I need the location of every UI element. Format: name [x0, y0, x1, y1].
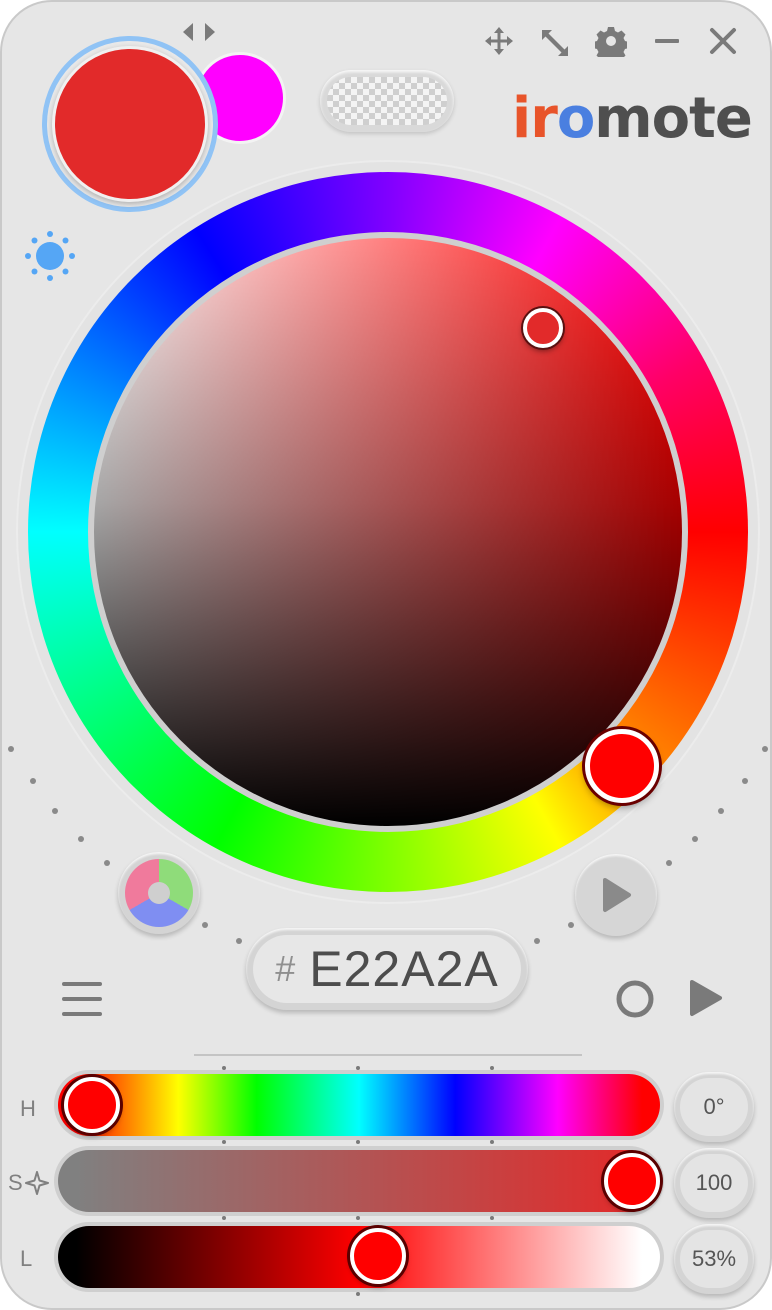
- hue-value-box[interactable]: 0°: [674, 1072, 754, 1142]
- slider-tick: [222, 1216, 226, 1220]
- decor-dot: [666, 860, 672, 866]
- resize-icon[interactable]: [538, 26, 572, 60]
- menu-icon[interactable]: [60, 978, 104, 1020]
- decor-dot: [534, 938, 540, 944]
- decor-dot: [78, 836, 84, 842]
- app-logo: iromote: [512, 86, 762, 156]
- divider: [194, 1054, 582, 1056]
- logo-part: mote: [594, 86, 753, 151]
- saturation-slider[interactable]: [54, 1146, 664, 1216]
- play-icon[interactable]: [686, 976, 726, 1020]
- transparency-toggle[interactable]: [320, 70, 454, 132]
- move-icon[interactable]: [482, 24, 516, 58]
- slider-tick: [356, 1216, 360, 1220]
- hue-slider-knob[interactable]: [64, 1077, 120, 1133]
- gear-icon[interactable]: [594, 24, 628, 58]
- decor-dot: [52, 808, 58, 814]
- swap-colors-icon[interactable]: [180, 20, 218, 44]
- slider-tick: [356, 1140, 360, 1144]
- sparkle-icon: [24, 1171, 49, 1195]
- lightness-value[interactable]: 53%: [680, 1230, 748, 1288]
- saturation-value-handle[interactable]: [523, 308, 563, 348]
- hue-slider[interactable]: [54, 1070, 664, 1140]
- lightness-slider-label: L: [20, 1246, 33, 1271]
- decor-dot: [236, 938, 242, 944]
- saturation-value[interactable]: 100: [680, 1154, 748, 1212]
- hex-value[interactable]: E22A2A: [309, 940, 498, 998]
- hue-value[interactable]: 0°: [680, 1078, 748, 1136]
- saturation-slider-label: S: [8, 1170, 23, 1195]
- close-icon[interactable]: [706, 24, 740, 58]
- hex-input-field[interactable]: # E22A2A: [253, 935, 521, 1003]
- slider-tick: [490, 1216, 494, 1220]
- decor-dot: [104, 860, 110, 866]
- play-icon: [603, 878, 631, 912]
- color-picker-window: iromote # E22A2A H 0° S 100 L 53%: [0, 0, 772, 1310]
- lightness-slider-knob[interactable]: [350, 1228, 407, 1284]
- slider-tick: [222, 1140, 226, 1144]
- color-harmony-button[interactable]: [118, 852, 200, 934]
- decor-dot: [692, 836, 698, 842]
- hue-slider-track[interactable]: [58, 1074, 660, 1136]
- saturation-slider-knob[interactable]: [604, 1153, 660, 1209]
- lightness-value-box[interactable]: 53%: [674, 1224, 754, 1294]
- brightness-icon[interactable]: [24, 230, 76, 282]
- slider-tick: [356, 1292, 360, 1296]
- decor-dot: [718, 808, 724, 814]
- play-round-button[interactable]: [575, 854, 657, 936]
- saturation-value-disc[interactable]: [94, 238, 682, 826]
- decor-dot: [30, 778, 36, 784]
- logo-part: ir: [512, 86, 558, 151]
- primary-color-swatch[interactable]: [52, 46, 208, 202]
- decor-dot: [762, 746, 768, 752]
- decor-dot: [202, 922, 208, 928]
- slider-tick: [490, 1140, 494, 1144]
- harmony-pie-icon: [125, 859, 193, 927]
- logo-part: o: [556, 86, 595, 151]
- decor-dot: [568, 922, 574, 928]
- hue-slider-label: H: [20, 1096, 36, 1121]
- hex-input[interactable]: # E22A2A: [246, 928, 528, 1010]
- decor-dot: [742, 778, 748, 784]
- record-icon[interactable]: [614, 978, 656, 1020]
- saturation-value-box[interactable]: 100: [674, 1148, 754, 1218]
- decor-dot: [8, 746, 14, 752]
- saturation-slider-label-group: S: [8, 1170, 54, 1196]
- hue-ring-handle[interactable]: [585, 729, 659, 803]
- checkerboard-preview: [327, 77, 447, 125]
- saturation-slider-track[interactable]: [58, 1150, 660, 1212]
- minimize-icon[interactable]: [650, 24, 684, 58]
- hex-hash-label: #: [275, 948, 296, 989]
